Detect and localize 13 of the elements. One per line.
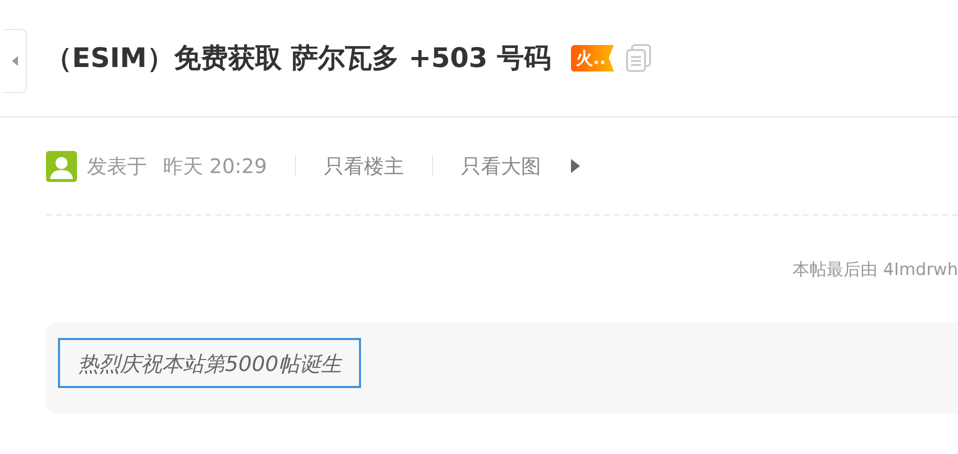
copy-icon[interactable] [626, 44, 652, 72]
left-arrow-icon [12, 56, 18, 66]
avatar-icon[interactable] [46, 150, 77, 182]
posted-label: 发表于 [87, 152, 147, 180]
filter-link[interactable]: 只看楼主 [324, 152, 404, 180]
right-arrow-icon[interactable] [571, 159, 580, 173]
filter-link[interactable]: 只看大图 [461, 152, 541, 180]
hot-badge: 火.. [571, 44, 614, 72]
thread-title: （ESIM）免费获取 萨尔瓦多 +503 号码 [45, 42, 551, 76]
post-time: 昨天 20:29 [163, 152, 267, 180]
quote-text: 热烈庆祝本站第5000帖诞生 [58, 338, 362, 388]
collapse-tab[interactable] [4, 29, 27, 93]
edit-note: 本帖最后由 4Imdrwh [792, 259, 958, 281]
